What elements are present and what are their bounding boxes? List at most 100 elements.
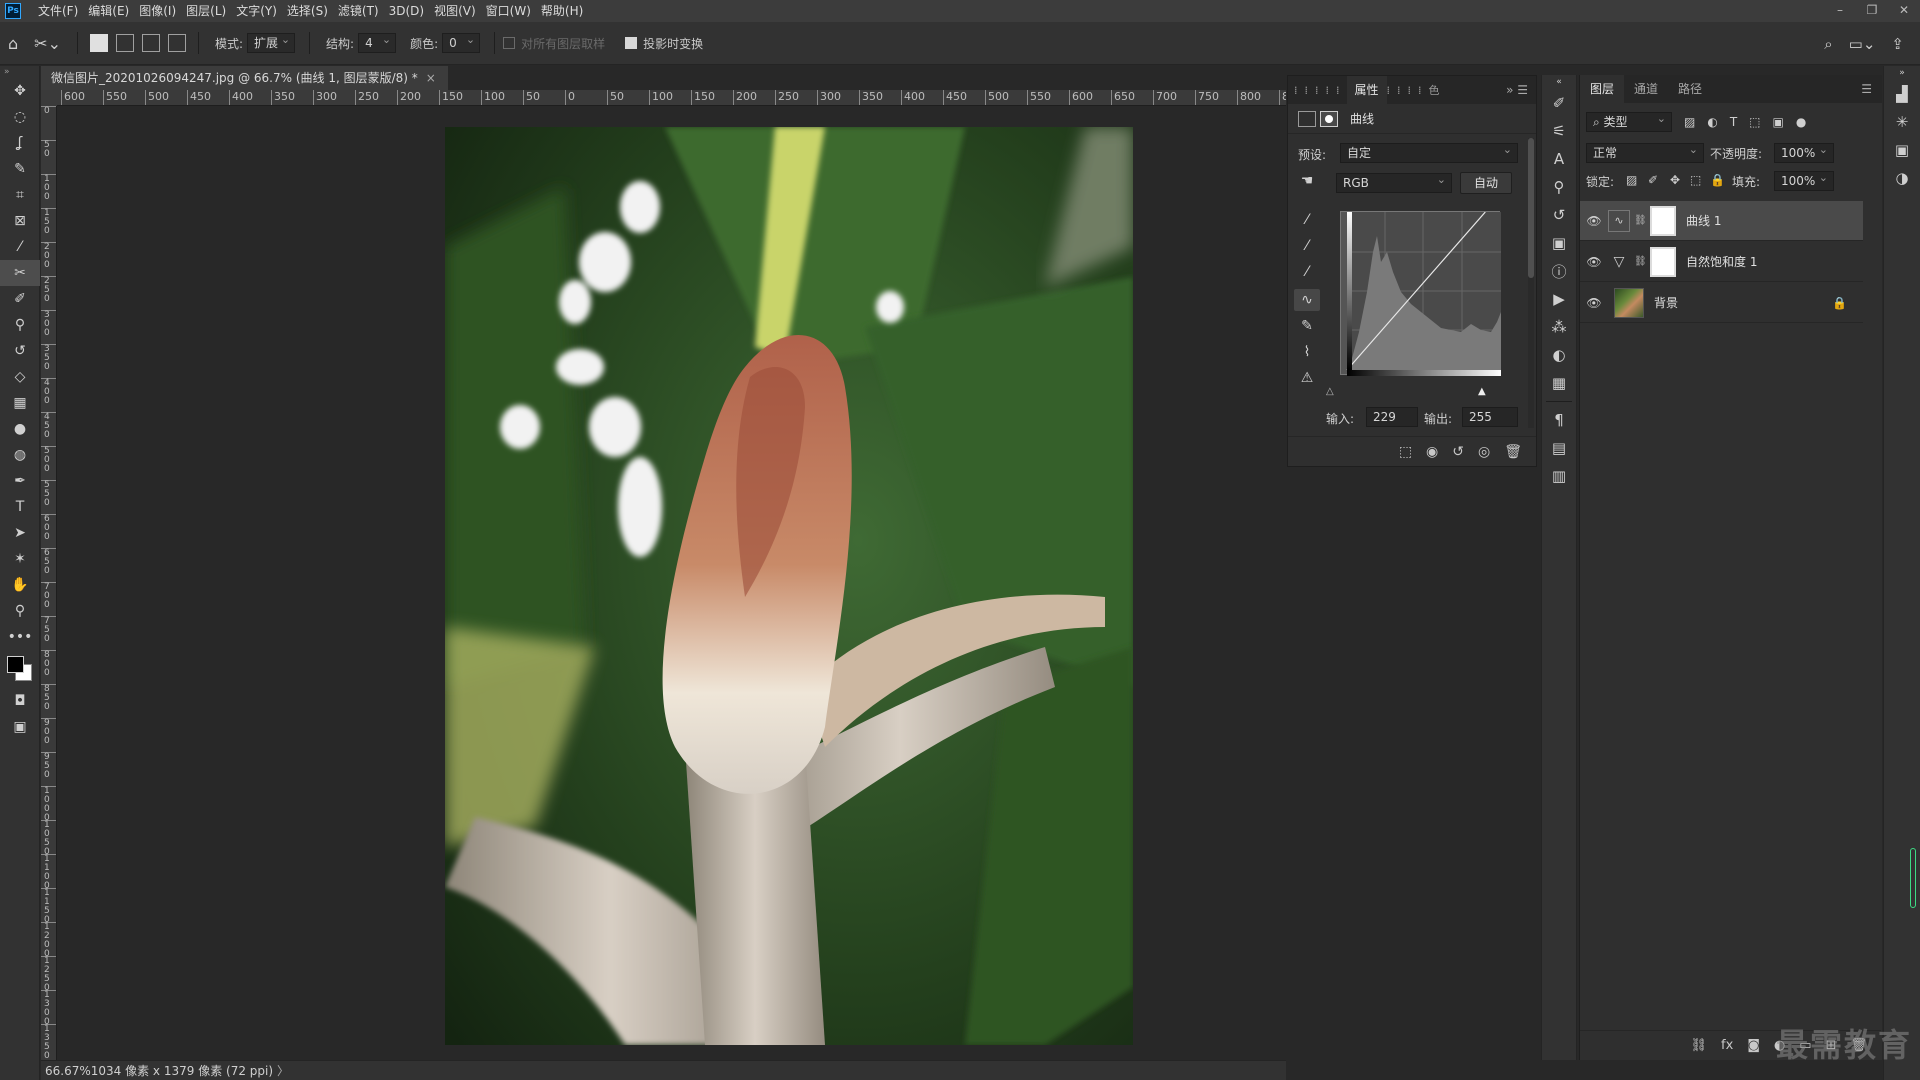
menu-type[interactable]: 文字(Y) [231, 0, 282, 22]
layer-filter-select[interactable]: ⌕ 类型 [1586, 110, 1672, 132]
actions-icon[interactable]: ▶ [1542, 285, 1576, 313]
shape-filter-icon[interactable]: ⬚ [1749, 115, 1760, 129]
panel-grip[interactable]: ⁞ [1418, 84, 1422, 97]
mask-link-icon[interactable]: ⛓ [1634, 256, 1647, 267]
scroll-indicator[interactable] [1910, 848, 1916, 908]
paragraph-icon[interactable]: ¶ [1542, 406, 1576, 434]
layer-row-vibrance[interactable]: 👁 ▽ ⛓ 自然饱和度 1 [1580, 242, 1863, 282]
brushes-icon[interactable]: ⁂ [1542, 313, 1576, 341]
more-tools-icon[interactable]: ••• [0, 624, 40, 650]
swatches-icon[interactable]: ▣ [1884, 136, 1920, 164]
expand-panels-icon[interactable]: » [1884, 66, 1920, 80]
add-mask-icon[interactable]: ◙ [1747, 1038, 1760, 1053]
lock-artboard-icon[interactable]: ⬚ [1690, 173, 1701, 187]
ruler-origin[interactable] [41, 90, 57, 106]
paragraph-styles-icon[interactable]: ▤ [1542, 434, 1576, 462]
black-slider-icon[interactable]: △ [1326, 386, 1334, 397]
clip-to-layer-icon[interactable]: ⬚ [1399, 444, 1412, 460]
white-slider-icon[interactable]: ▲ [1478, 386, 1486, 397]
home-icon[interactable]: ⌂ [0, 34, 26, 53]
history-brush-tool-icon[interactable]: ↺ [0, 338, 40, 364]
close-document-icon[interactable]: × [426, 71, 436, 85]
preset-select[interactable]: 自定 [1340, 141, 1518, 163]
structure-select[interactable]: 4 [358, 31, 397, 53]
panel-grip[interactable]: ⁞ [1294, 84, 1298, 97]
frame-tool-icon[interactable]: ⊠ [0, 208, 40, 234]
mask-link-icon[interactable]: ⛓ [1634, 215, 1647, 226]
menu-filter[interactable]: 滤镜(T) [333, 0, 384, 22]
output-value-field[interactable]: 255 [1462, 407, 1518, 427]
shape-tool-icon[interactable]: ✶ [0, 546, 40, 572]
layer-style-icon[interactable]: fx [1721, 1038, 1733, 1053]
curves-adjustment-icon[interactable]: ∿ [1608, 209, 1630, 232]
character-icon[interactable]: A [1542, 145, 1576, 173]
brush-settings-icon[interactable]: ✐ [1542, 89, 1576, 117]
quick-mask-icon[interactable]: ◘ [0, 688, 40, 714]
tab-color[interactable]: 色 [1429, 82, 1440, 98]
view-previous-state-icon[interactable]: ◉ [1426, 444, 1438, 460]
adjustment-filter-icon[interactable]: ◐ [1707, 115, 1717, 129]
workspace-icon[interactable]: ▭⌄ [1841, 35, 1884, 53]
color-icon[interactable]: ◑ [1884, 164, 1920, 192]
opacity-field[interactable]: 100% [1774, 141, 1834, 163]
subtract-selection-mode-button[interactable] [141, 34, 160, 52]
smooth-curve-icon[interactable]: ⌇ [1294, 341, 1320, 363]
panel-menu-icon[interactable]: ☰ [1851, 75, 1882, 103]
status-more-icon[interactable]: 〉 [277, 1064, 289, 1078]
type-tool-icon[interactable]: T [0, 494, 40, 520]
info-icon[interactable]: ⓘ [1542, 257, 1576, 285]
tab-properties[interactable]: 属性 [1346, 76, 1387, 104]
transform-on-drop-checkbox[interactable] [625, 37, 638, 49]
color-swatches[interactable] [0, 650, 40, 688]
crop-tool-icon[interactable]: ⌗ [0, 182, 40, 208]
share-icon[interactable]: ⇪ [1883, 35, 1912, 53]
move-tool-icon[interactable]: ✥ [0, 78, 40, 104]
reset-icon[interactable]: ↺ [1452, 444, 1464, 460]
tab-layers[interactable]: 图层 [1580, 75, 1625, 103]
clone-stamp-tool-icon[interactable]: ⚲ [0, 312, 40, 338]
libraries-icon[interactable]: ▣ [1542, 229, 1576, 257]
mode-select[interactable]: 扩展 [247, 31, 296, 53]
lock-pixels-icon[interactable]: ✐ [1648, 173, 1658, 187]
pen-tool-icon[interactable]: ✒ [0, 468, 40, 494]
color-select[interactable]: 0 [442, 31, 481, 53]
menu-help[interactable]: 帮助(H) [536, 0, 588, 22]
close-window-button[interactable]: ✕ [1888, 0, 1920, 20]
clone-source-icon[interactable]: ⚲ [1542, 173, 1576, 201]
histogram-icon[interactable]: ▟ [1884, 80, 1920, 108]
document-tab[interactable]: 微信图片_20201026094247.jpg @ 66.7% (曲线 1, 图… [41, 66, 448, 90]
panel-grip[interactable]: ⁞ [1336, 84, 1340, 97]
layer-row-background[interactable]: 👁 背景 🔒 [1580, 283, 1863, 323]
tables-icon[interactable]: ▦ [1542, 369, 1576, 397]
black-point-eyedropper-icon[interactable]: ⁄ [1294, 209, 1320, 231]
menu-image[interactable]: 图像(I) [134, 0, 181, 22]
blend-mode-select[interactable]: 正常 [1586, 141, 1704, 163]
brush-tool-icon[interactable]: ✐ [0, 286, 40, 312]
restore-button[interactable]: ❐ [1856, 0, 1888, 20]
gray-point-eyedropper-icon[interactable]: ⁄ [1294, 235, 1320, 257]
horizontal-ruler[interactable]: 600 550 500 450 400 350 300 250 200 150 100 50 0 50 10… [57, 90, 1286, 106]
blur-tool-icon[interactable]: ● [0, 416, 40, 442]
path-selection-tool-icon[interactable]: ➤ [0, 520, 40, 546]
content-aware-move-tool-icon[interactable]: ✂⌄ [26, 34, 69, 53]
quick-selection-tool-icon[interactable]: ✎ [0, 156, 40, 182]
eyedropper-tool-icon[interactable]: ⁄ [0, 234, 40, 260]
lasso-tool-icon[interactable]: ʆ [0, 130, 40, 156]
menu-select[interactable]: 选择(S) [282, 0, 333, 22]
menu-window[interactable]: 窗口(W) [481, 0, 536, 22]
lock-transparency-icon[interactable]: ▨ [1626, 173, 1637, 187]
curves-adjustment-icon[interactable] [1298, 110, 1316, 127]
auto-button[interactable]: 自动 [1460, 172, 1512, 194]
marquee-tool-icon[interactable]: ◌ [0, 104, 40, 130]
layer-mask-icon[interactable] [1320, 110, 1338, 127]
minimize-button[interactable]: – [1824, 0, 1856, 20]
eraser-tool-icon[interactable]: ◇ [0, 364, 40, 390]
canvas-area[interactable] [57, 106, 1286, 1060]
foreground-color-swatch[interactable] [7, 656, 24, 673]
type-filter-icon[interactable]: T [1730, 115, 1737, 129]
vertical-ruler[interactable]: 0 50 100 150 200 250 300 350 400 450 500 550 600 650 7… [41, 106, 57, 1060]
curves-graph[interactable] [1340, 211, 1501, 376]
panel-grip[interactable]: ⁞ [1315, 84, 1319, 97]
edit-points-curve-icon[interactable]: ∿ [1294, 289, 1320, 311]
menu-layer[interactable]: 图层(L) [181, 0, 231, 22]
